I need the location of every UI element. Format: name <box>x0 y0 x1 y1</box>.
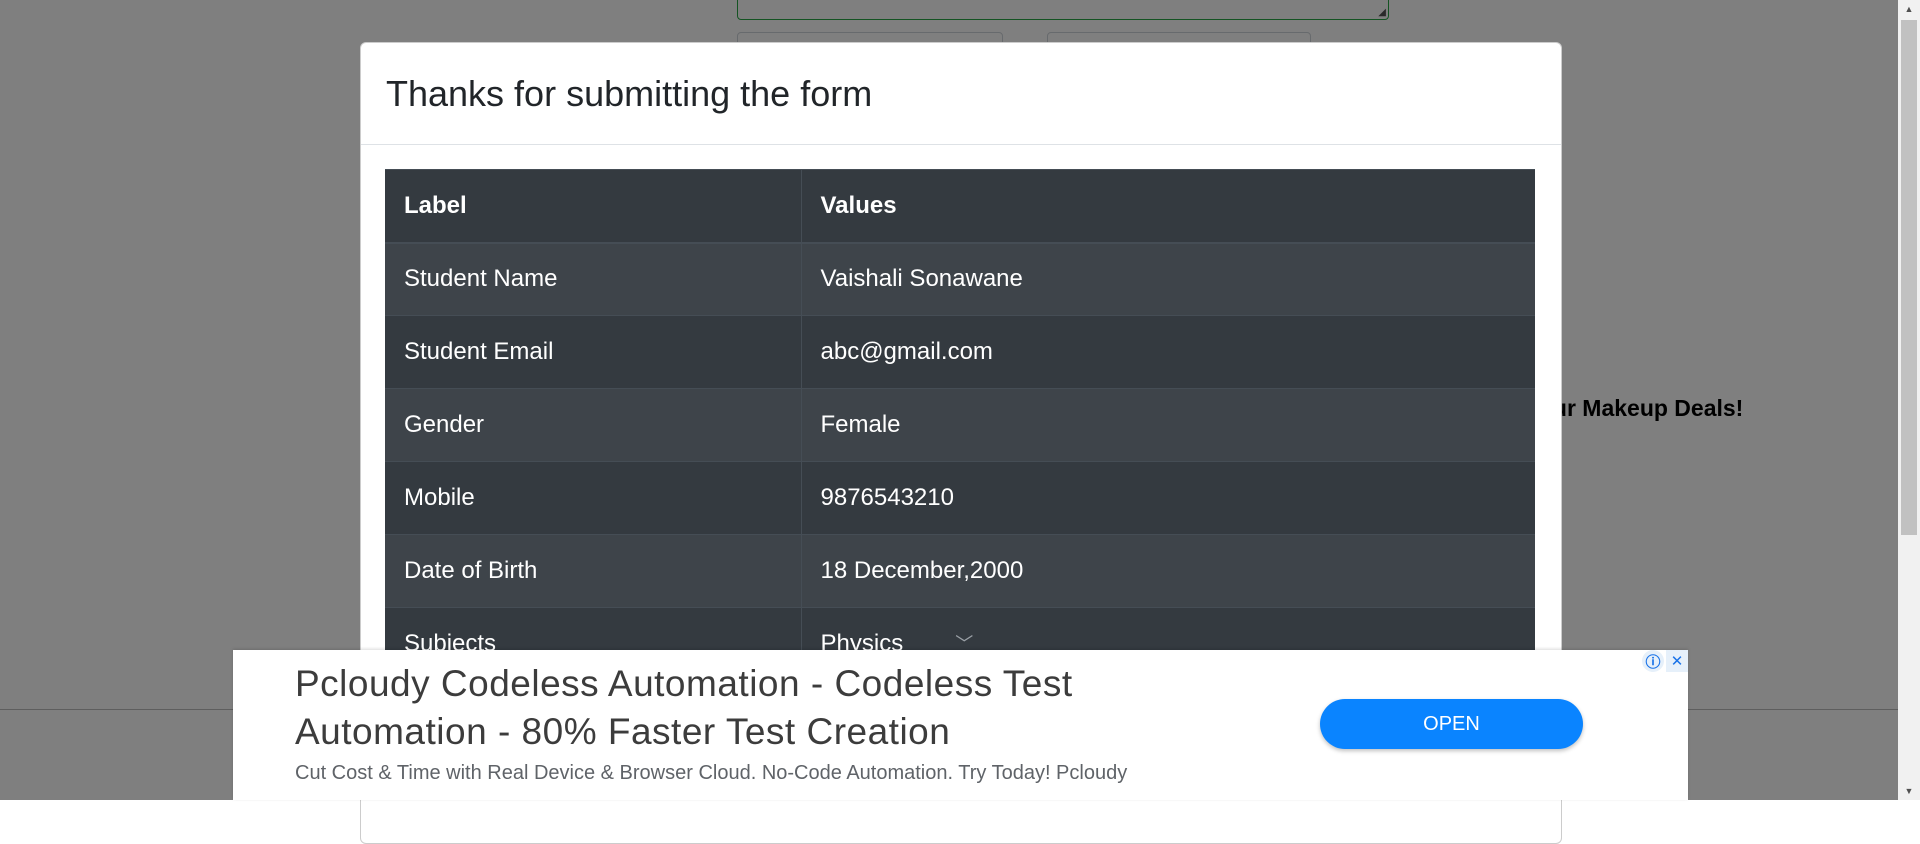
table-row: Student Email abc@gmail.com <box>385 315 1535 389</box>
ad-banner[interactable]: Pcloudy Codeless Automation - Codeless T… <box>233 650 1688 800</box>
table-row: Date of Birth 18 December,2000 <box>385 534 1535 608</box>
ad-controls: ⓘ ✕ <box>1640 650 1688 672</box>
ad-description[interactable]: Cut Cost & Time with Real Device & Brows… <box>295 762 1127 785</box>
table-row: Student Name Vaishali Sonawane <box>385 242 1535 316</box>
row-value: Female <box>801 388 1535 462</box>
page-scrollbar[interactable]: ▲ ▼ <box>1898 0 1920 800</box>
row-value: 9876543210 <box>801 461 1535 535</box>
row-label: Mobile <box>385 461 802 535</box>
scroll-down-icon[interactable]: ▼ <box>1898 782 1920 800</box>
column-header-values: Values <box>801 169 1535 244</box>
modal-title: Thanks for submitting the form <box>386 72 873 114</box>
table-row: Gender Female <box>385 388 1535 462</box>
table-header-row: Label Values <box>385 169 1535 244</box>
row-value: Vaishali Sonawane <box>801 242 1535 316</box>
info-icon[interactable]: ⓘ <box>1642 650 1664 672</box>
scroll-thumb[interactable] <box>1901 20 1917 535</box>
ad-open-button[interactable]: OPEN <box>1320 699 1583 749</box>
results-table: Label Values Student Name Vaishali Sonaw… <box>385 169 1535 681</box>
modal-header: Thanks for submitting the form <box>361 43 1561 145</box>
close-icon[interactable]: ✕ <box>1666 650 1688 672</box>
row-label: Student Email <box>385 315 802 389</box>
row-label: Date of Birth <box>385 534 802 608</box>
scroll-up-icon[interactable]: ▲ <box>1898 0 1920 18</box>
table-row: Mobile 9876543210 <box>385 461 1535 535</box>
row-label: Gender <box>385 388 802 462</box>
ad-headline[interactable]: Pcloudy Codeless Automation - Codeless T… <box>295 660 1225 756</box>
row-value: 18 December,2000 <box>801 534 1535 608</box>
column-header-label: Label <box>385 169 802 244</box>
modal-body: Label Values Student Name Vaishali Sonaw… <box>361 145 1561 681</box>
row-label: Student Name <box>385 242 802 316</box>
row-value: abc@gmail.com <box>801 315 1535 389</box>
